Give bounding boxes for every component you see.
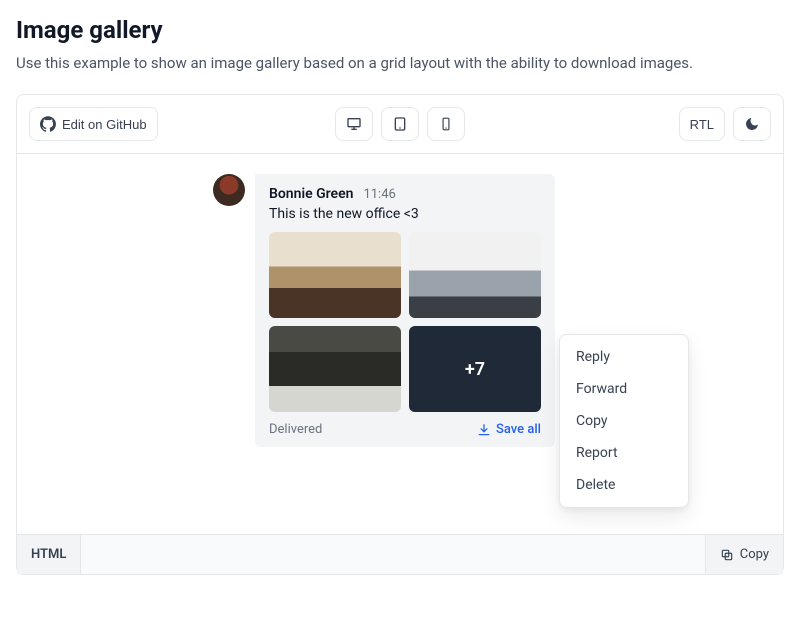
save-all-label: Save all [496,422,541,437]
copy-code-button[interactable]: Copy [705,535,783,574]
avatar [213,174,245,206]
copy-icon [720,548,734,562]
mobile-icon [439,116,453,132]
gallery-image[interactable] [269,326,401,412]
tab-html[interactable]: HTML [17,535,81,574]
edit-on-github-button[interactable]: Edit on GitHub [29,107,158,141]
gallery-more-count: +7 [465,359,485,380]
edit-on-github-label: Edit on GitHub [62,117,147,132]
message-text: This is the new office <3 [269,206,541,222]
rtl-toggle-button[interactable]: RTL [679,107,725,141]
preview-area: Bonnie Green 11:46 This is the new offic… [17,154,783,534]
example-toolbar: Edit on GitHub RTL [17,95,783,154]
dropdown-item-forward[interactable]: Forward [560,373,688,405]
github-icon [40,116,56,132]
moon-icon [744,116,760,132]
page-description: Use this example to show an image galler… [16,54,784,72]
gallery-more-button[interactable]: +7 [409,326,541,412]
desktop-icon [346,116,362,132]
download-icon [477,423,491,437]
message-options-dropdown: Reply Forward Copy Report Delete [559,334,689,508]
image-gallery-grid: +7 [269,232,541,412]
code-tabbar: HTML Copy [17,534,783,574]
sender-name: Bonnie Green [269,186,353,202]
desktop-view-button[interactable] [335,107,373,141]
rtl-label: RTL [690,117,714,132]
viewport-switcher [335,107,465,141]
gallery-image[interactable] [269,232,401,318]
mobile-view-button[interactable] [427,107,465,141]
dropdown-item-copy[interactable]: Copy [560,405,688,437]
gallery-image[interactable] [409,232,541,318]
page-title: Image gallery [16,16,784,44]
tablet-view-button[interactable] [381,107,419,141]
message-bubble: Bonnie Green 11:46 This is the new offic… [255,174,555,447]
message-time: 11:46 [363,187,395,202]
copy-label: Copy [740,547,769,562]
tablet-icon [392,116,408,132]
example-frame: Edit on GitHub RTL [16,94,784,575]
dropdown-item-reply[interactable]: Reply [560,341,688,373]
dropdown-item-delete[interactable]: Delete [560,469,688,501]
dark-mode-toggle-button[interactable] [733,107,771,141]
dropdown-item-report[interactable]: Report [560,437,688,469]
save-all-button[interactable]: Save all [477,422,541,437]
status-badge: Delivered [269,422,322,437]
